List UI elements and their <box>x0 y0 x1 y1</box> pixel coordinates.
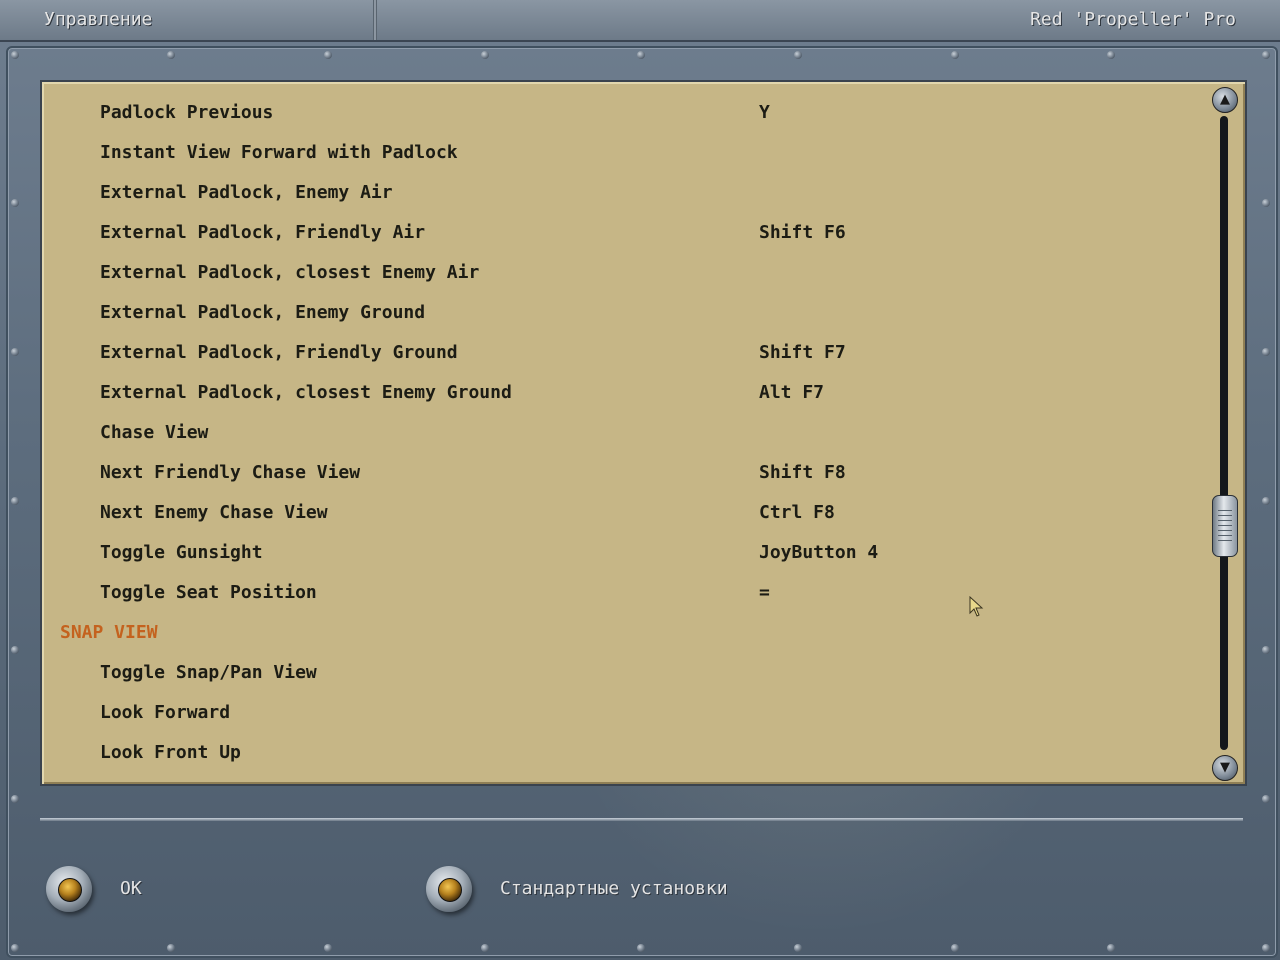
rivet-icon <box>324 944 332 952</box>
action-label: Look Forward <box>100 702 231 723</box>
profile-name: Red 'Propeller' Pro <box>1030 9 1236 30</box>
action-label: Instant View Forward with Padlock <box>100 142 458 163</box>
defaults-label[interactable]: Стандартные установки <box>500 878 728 899</box>
binding-row[interactable]: Look Front Up <box>42 733 1202 773</box>
rivet-icon <box>11 944 19 952</box>
binding-row[interactable]: Padlock Previous Y <box>42 93 1202 133</box>
rivet-icon <box>11 646 19 654</box>
action-label: External Padlock, Enemy Ground <box>100 302 426 323</box>
action-label: External Padlock, closest Enemy Ground <box>100 382 512 403</box>
key-label: = <box>759 582 770 603</box>
key-label: JoyButton 4 <box>759 542 879 563</box>
separator-line <box>40 818 1243 821</box>
ok-label[interactable]: OK <box>120 878 142 899</box>
binding-row[interactable]: External Padlock, closest Enemy Ground A… <box>42 373 1202 413</box>
action-label: Toggle Seat Position <box>100 582 317 603</box>
binding-row[interactable]: External Padlock, Friendly Air Shift F6 <box>42 213 1202 253</box>
rivet-icon <box>637 944 645 952</box>
scroll-thumb[interactable] <box>1212 495 1238 557</box>
action-label: Toggle Gunsight <box>100 542 263 563</box>
rivet-icon <box>1107 51 1115 59</box>
title-bar: Управление Red 'Propeller' Pro <box>0 0 1280 42</box>
mouse-cursor-icon <box>969 596 984 617</box>
action-label: External Padlock, closest Enemy Air <box>100 262 480 283</box>
window-title: Управление <box>44 9 153 30</box>
rivet-icon <box>11 348 19 356</box>
key-label: Shift F7 <box>759 342 846 363</box>
rivet-icon <box>11 497 19 505</box>
action-label: External Padlock, Friendly Air <box>100 222 426 243</box>
action-label: External Padlock, Enemy Air <box>100 182 393 203</box>
binding-row[interactable]: Toggle Gunsight JoyButton 4 <box>42 533 1202 573</box>
rivet-icon <box>1262 795 1270 803</box>
arrow-up-icon[interactable]: ▲ <box>1212 87 1238 113</box>
rivet-icon <box>324 51 332 59</box>
binding-row[interactable]: Look Forward <box>42 693 1202 733</box>
rivet-icon <box>1262 199 1270 207</box>
binding-row[interactable]: Toggle Snap/Pan View <box>42 653 1202 693</box>
rivet-icon <box>1107 944 1115 952</box>
key-label: Shift F8 <box>759 462 846 483</box>
rivet-icon <box>1262 51 1270 59</box>
rivet-icon <box>794 51 802 59</box>
rivet-icon <box>1262 497 1270 505</box>
ok-button[interactable] <box>46 866 92 912</box>
defaults-button[interactable] <box>426 866 472 912</box>
key-label: Ctrl F8 <box>759 502 835 523</box>
action-label: Chase View <box>100 422 209 443</box>
rivet-icon <box>11 199 19 207</box>
binding-row[interactable]: External Padlock, closest Enemy Air <box>42 253 1202 293</box>
binding-row[interactable]: Chase View <box>42 413 1202 453</box>
binding-row[interactable]: Next Enemy Chase View Ctrl F8 <box>42 493 1202 533</box>
lamp-icon <box>58 878 82 902</box>
rivet-icon <box>11 795 19 803</box>
section-header: SNAP VIEW <box>42 613 1202 653</box>
rivet-icon <box>637 51 645 59</box>
binding-row[interactable]: Instant View Forward with Padlock <box>42 133 1202 173</box>
action-label: Toggle Snap/Pan View <box>100 662 317 683</box>
rivet-icon <box>11 51 19 59</box>
key-bindings-list[interactable]: Padlock Previous Y Instant View Forward … <box>40 80 1247 786</box>
rivet-icon <box>1262 646 1270 654</box>
section-title: SNAP VIEW <box>60 622 158 643</box>
action-label: Padlock Previous <box>100 102 274 123</box>
rivet-icon <box>167 944 175 952</box>
scroll-track[interactable] <box>1220 116 1228 750</box>
rivet-icon <box>167 51 175 59</box>
rivet-icon <box>951 51 959 59</box>
rivet-icon <box>481 51 489 59</box>
binding-row[interactable]: External Padlock, Friendly Ground Shift … <box>42 333 1202 373</box>
key-label: Shift F6 <box>759 222 846 243</box>
key-label: Y <box>759 102 770 123</box>
binding-row[interactable]: External Padlock, Enemy Air <box>42 173 1202 213</box>
arrow-down-icon[interactable]: ▼ <box>1212 755 1238 781</box>
lamp-icon <box>438 878 462 902</box>
action-label: Look Front Up <box>100 742 241 763</box>
binding-row[interactable]: External Padlock, Enemy Ground <box>42 293 1202 333</box>
vertical-scrollbar[interactable]: ▲ ▼ <box>1205 82 1243 784</box>
action-label: Next Friendly Chase View <box>100 462 361 483</box>
rivet-icon <box>481 944 489 952</box>
grip-icon <box>1218 510 1232 542</box>
rivet-icon <box>1262 944 1270 952</box>
binding-row[interactable]: Toggle Seat Position = <box>42 573 1202 613</box>
rivet-icon <box>794 944 802 952</box>
binding-row[interactable]: Next Friendly Chase View Shift F8 <box>42 453 1202 493</box>
action-label: Next Enemy Chase View <box>100 502 328 523</box>
key-label: Alt F7 <box>759 382 825 403</box>
action-label: External Padlock, Friendly Ground <box>100 342 458 363</box>
rivet-icon <box>1262 348 1270 356</box>
rivet-icon <box>951 944 959 952</box>
title-divider <box>373 0 377 40</box>
